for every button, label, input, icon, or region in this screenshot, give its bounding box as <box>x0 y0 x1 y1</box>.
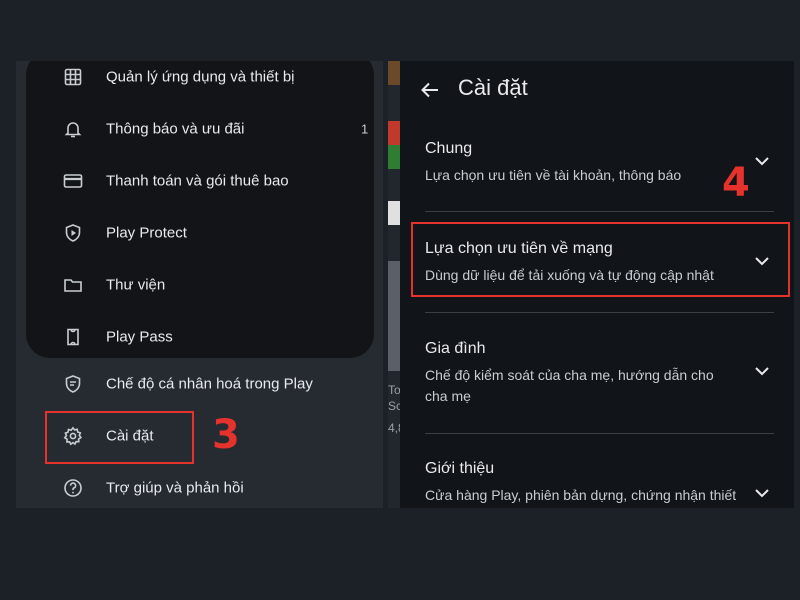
menu-item-library[interactable]: Thư viện <box>26 259 366 311</box>
section-subtitle: Chế độ kiểm soát của cha mẹ, hướng dẫn c… <box>425 367 714 404</box>
menu-item-label: Thư viện <box>106 276 166 294</box>
app-thumbnail <box>388 201 400 225</box>
app-thumbnail <box>388 121 400 145</box>
menu-item-label: Play Protect <box>106 224 187 242</box>
menu-item-label: Chế độ cá nhân hoá trong Play <box>106 375 313 393</box>
chevron-down-icon[interactable] <box>752 483 772 503</box>
back-arrow-icon[interactable] <box>419 79 441 101</box>
menu-item-play-pass[interactable]: Play Pass <box>26 311 366 363</box>
folder-icon <box>63 275 83 295</box>
bell-icon <box>63 119 83 139</box>
menu-item-manage-apps[interactable]: Quản lý ứng dụng và thiết bị <box>26 61 366 103</box>
grid-icon <box>63 67 83 87</box>
personalize-icon <box>63 374 83 394</box>
app-thumbnail <box>388 61 400 85</box>
divider <box>425 312 774 313</box>
menu-item-play-protect[interactable]: Play Protect <box>26 207 366 259</box>
app-name-fragment: Sc <box>388 399 400 413</box>
app-thumbnail <box>388 261 400 371</box>
highlight-box-settings <box>45 411 194 464</box>
chevron-down-icon[interactable] <box>752 361 772 381</box>
chevron-down-icon[interactable] <box>752 151 772 171</box>
menu-item-label: Thanh toán và gói thuê bao <box>106 172 289 190</box>
menu-item-help[interactable]: Trợ giúp và phản hồi <box>26 462 366 508</box>
section-subtitle: Cửa hàng Play, phiên bản dựng, chứng nhậ… <box>425 487 737 503</box>
app-rating-fragment: 4,8 <box>388 421 400 435</box>
section-title: Giới thiệu <box>425 460 495 477</box>
divider <box>425 433 774 434</box>
page-title: Cài đặt <box>458 75 528 100</box>
highlight-box-network <box>411 222 790 297</box>
menu-item-label: Trợ giúp và phản hồi <box>106 479 244 497</box>
app-name-fragment: To <box>388 383 400 397</box>
shield-play-icon <box>63 223 83 243</box>
help-icon <box>63 478 83 498</box>
step-number-4: 4 <box>722 160 750 206</box>
menu-card: Quản lý ứng dụng và thiết bị Thông báo v… <box>26 61 374 358</box>
settings-section-about[interactable]: Giới thiệu Cửa hàng Play, phiên bản dựng… <box>400 451 794 508</box>
app-thumbnail <box>388 145 400 169</box>
menu-item-notifications[interactable]: Thông báo và ưu đãi 1 <box>26 103 369 155</box>
settings-section-family[interactable]: Gia đình Chế độ kiểm soát của cha mẹ, hư… <box>400 331 794 431</box>
section-subtitle: Lựa chọn ưu tiên về tài khoản, thông báo <box>425 167 682 183</box>
step-number-3: 3 <box>212 412 240 458</box>
notification-count: 1 <box>361 121 369 137</box>
section-title: Gia đình <box>425 340 486 357</box>
menu-item-label: Play Pass <box>106 328 173 346</box>
divider <box>425 211 774 212</box>
menu-item-personalization[interactable]: Chế độ cá nhân hoá trong Play <box>26 358 366 410</box>
menu-item-label: Quản lý ứng dụng và thiết bị <box>106 68 295 86</box>
background-app-strip: To Sc 4,8 <box>388 61 400 508</box>
credit-card-icon <box>63 171 83 191</box>
menu-item-payments[interactable]: Thanh toán và gói thuê bao <box>26 155 366 207</box>
section-title: Chung <box>425 140 473 157</box>
ticket-icon <box>63 327 83 347</box>
menu-item-label: Thông báo và ưu đãi <box>106 120 245 138</box>
